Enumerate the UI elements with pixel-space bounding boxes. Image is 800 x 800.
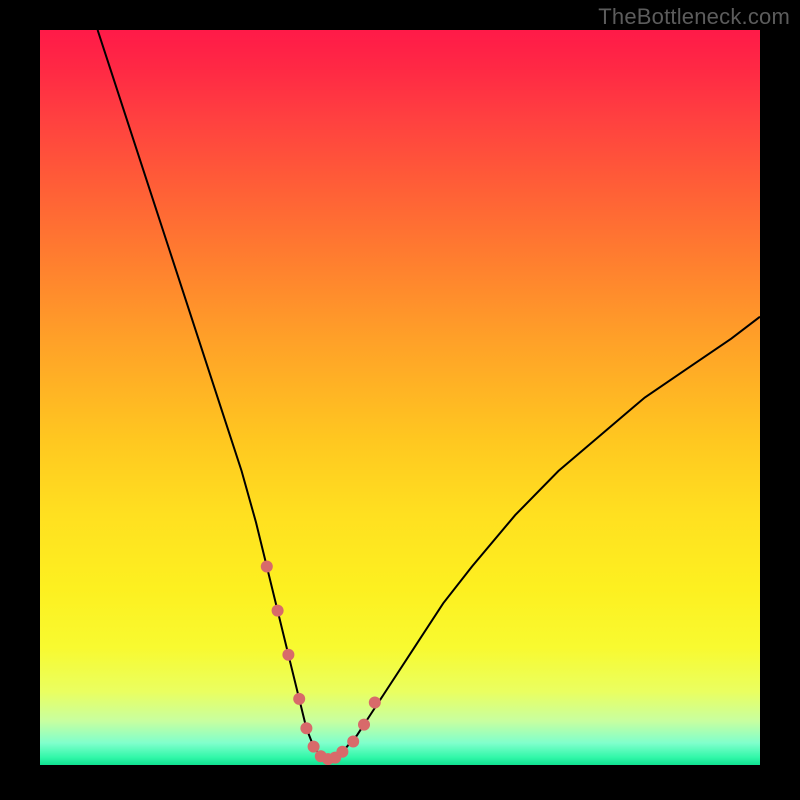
highlight-dot (308, 741, 320, 753)
chart-frame: TheBottleneck.com (0, 0, 800, 800)
highlight-dot (347, 736, 359, 748)
curve-svg (40, 30, 760, 765)
highlight-dot (272, 605, 284, 617)
highlight-dot (282, 649, 294, 661)
highlight-dot (358, 719, 370, 731)
plot-area (40, 30, 760, 765)
highlight-dot (369, 697, 381, 709)
highlight-dot (336, 746, 348, 758)
highlight-dot (261, 561, 273, 573)
watermark-text: TheBottleneck.com (598, 4, 790, 30)
bottleneck-curve (98, 30, 760, 759)
highlight-dots (261, 561, 381, 766)
highlight-dot (300, 722, 312, 734)
highlight-dot (293, 693, 305, 705)
